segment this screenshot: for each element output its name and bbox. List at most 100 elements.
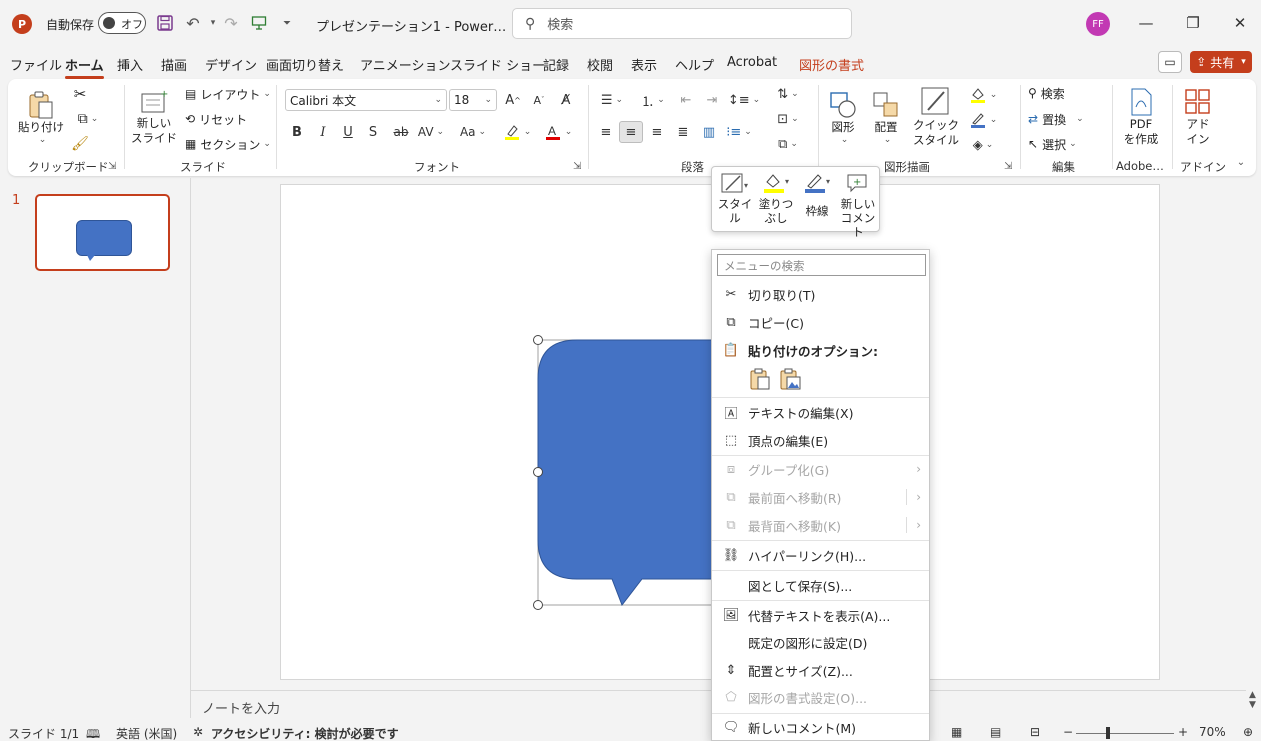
resize-handle[interactable] [533, 467, 543, 477]
zoom-slider[interactable] [1076, 733, 1174, 734]
paste-button[interactable]: 貼り付け ⌄ [16, 83, 66, 151]
italic-button[interactable]: I [314, 122, 332, 142]
shapes-button[interactable]: 図形 ⌄ [824, 83, 862, 151]
tab-view[interactable]: 表示 [631, 55, 657, 74]
tab-help[interactable]: ヘルプ [675, 55, 714, 74]
tab-shape-format[interactable]: 図形の書式 [799, 55, 864, 74]
shape-effects-button[interactable]: ◈ ⌄ [966, 134, 1000, 156]
redo-icon[interactable]: ↷ [222, 14, 240, 33]
tab-transitions[interactable]: 画面切り替え [266, 55, 344, 74]
normal-view-icon[interactable]: ▦ [951, 725, 962, 739]
change-case-button[interactable]: Aa ⌄ [457, 122, 489, 142]
menu-item-hyperlink[interactable]: ⛓ ハイパーリンク(H)... [712, 544, 929, 566]
clear-format-icon[interactable]: A̸ [556, 90, 576, 110]
columns-icon[interactable]: ▥ [698, 122, 720, 142]
tab-animations[interactable]: アニメーション [360, 55, 450, 74]
layout-button[interactable]: ▤ レイアウト ⌄ [185, 85, 271, 103]
highlight-color-button[interactable]: ⌄ [502, 122, 532, 142]
dialog-launcher-icon[interactable]: ⇲ [573, 161, 581, 172]
align-text-icon[interactable]: ⊡ ⌄ [772, 109, 804, 129]
sort-icon[interactable]: ⇅ ⌄ [772, 84, 804, 104]
paste-destination-theme-button[interactable] [748, 367, 772, 391]
mini-style-button[interactable]: ▾ スタイ ル [715, 172, 755, 225]
accessibility-icon[interactable]: ✲ [193, 725, 203, 739]
search-box[interactable]: ⚲ 検索 [512, 8, 852, 39]
line-spacing-icon[interactable]: ↕≡ ⌄ [728, 90, 760, 110]
format-painter-icon[interactable]: 🖌 [70, 135, 90, 153]
menu-item-format-shape[interactable]: ⬠ 図形の書式設定(O)... [712, 686, 929, 708]
cut-icon[interactable]: ✂ [70, 85, 90, 103]
customize-icon[interactable]: ⏷ [278, 14, 296, 32]
menu-search-input[interactable]: メニューの検索 [717, 254, 926, 276]
present-icon[interactable] [250, 14, 268, 32]
align-center-icon[interactable]: ≡ [619, 121, 643, 143]
tab-home[interactable]: ホーム [65, 55, 104, 79]
copy-icon[interactable]: ⧉ ⌄ [70, 109, 106, 129]
paste-as-picture-button[interactable] [778, 367, 802, 391]
zoom-slider-thumb[interactable] [1106, 727, 1110, 739]
tab-design[interactable]: デザイン [205, 55, 257, 74]
menu-item-alt-text[interactable]: 🖼 代替テキストを表示(A)... [712, 604, 929, 626]
mini-fill-button[interactable]: ▾ 塗りつ ぶし [756, 172, 796, 225]
mini-new-comment-button[interactable]: + 新しい コメント [838, 172, 878, 239]
new-slide-button[interactable]: + 新しい スライド [128, 83, 180, 151]
bullets-icon[interactable]: ☰ ⌄ [596, 90, 628, 110]
replace-button[interactable]: ⇄ 置換 ⌄ [1028, 110, 1100, 128]
text-direction-icon[interactable]: ⁝≡ ⌄ [724, 122, 754, 142]
zoom-level[interactable]: 70% [1199, 725, 1226, 739]
tab-review[interactable]: 校閲 [587, 55, 613, 74]
share-button[interactable]: ⇪ 共有 ▾ [1190, 51, 1252, 73]
close-icon[interactable]: ✕ [1228, 12, 1252, 34]
create-pdf-button[interactable]: PDF を作成 [1118, 83, 1164, 151]
minimize-icon[interactable]: — [1134, 12, 1158, 34]
tab-insert[interactable]: 挿入 [117, 55, 143, 74]
fit-slide-icon[interactable]: ⊕ [1243, 725, 1253, 739]
underline-button[interactable]: U [339, 122, 357, 142]
bold-button[interactable]: B [288, 122, 306, 142]
tab-acrobat[interactable]: Acrobat [727, 55, 777, 70]
resize-handle[interactable] [533, 600, 543, 610]
align-right-icon[interactable]: ≡ [646, 122, 668, 142]
accessibility-status[interactable]: アクセシビリティ: 検討が必要です [211, 725, 399, 741]
menu-item-size-position[interactable]: ⇕ 配置とサイズ(Z)... [712, 659, 929, 681]
collapse-ribbon-icon[interactable]: ⌄ [1234, 155, 1248, 169]
font-size-select[interactable]: 18 ⌄ [449, 89, 497, 111]
slideshow-view-icon[interactable]: ⊟ [1030, 725, 1040, 739]
menu-item-edit-points[interactable]: ⬚ 頂点の編集(E) [712, 429, 929, 451]
increase-indent-icon[interactable]: ⇥ [702, 90, 722, 110]
numbering-icon[interactable]: ⒈ ⌄ [636, 90, 670, 110]
shape-outline-button[interactable]: ⌄ [966, 109, 1000, 131]
font-family-select[interactable]: Calibri 本文 ⌄ [285, 89, 447, 111]
grow-font-icon[interactable]: A ^ [503, 90, 523, 110]
char-spacing-button[interactable]: AV ⌄ [416, 122, 446, 142]
menu-item-save-as-picture[interactable]: 図として保存(S)... [712, 574, 929, 596]
decrease-indent-icon[interactable]: ⇤ [676, 90, 696, 110]
reading-view-icon[interactable]: ▤ [990, 725, 1001, 739]
slide-thumbnail[interactable] [35, 194, 170, 271]
selected-callout-shape[interactable] [525, 330, 725, 620]
strikethrough-button[interactable]: ab [390, 122, 412, 142]
smartart-icon[interactable]: ⧉ ⌄ [772, 134, 804, 154]
save-icon[interactable] [156, 14, 174, 32]
spelling-icon[interactable]: 🕮 [86, 725, 100, 741]
mini-outline-button[interactable]: ▾ 枠線 [797, 172, 837, 218]
tab-file[interactable]: ファイル [10, 55, 62, 74]
dialog-launcher-icon[interactable]: ⇲ [1004, 161, 1012, 172]
menu-item-edit-text[interactable]: 🄰 テキストの編集(X) [712, 401, 929, 423]
autosave-toggle[interactable]: オフ [98, 12, 146, 34]
section-button[interactable]: ▦ セクション ⌄ [185, 135, 271, 153]
menu-item-send-to-back[interactable]: ⧉ 最背面へ移動(K) › [712, 514, 929, 536]
undo-icon[interactable]: ↶ [184, 14, 202, 33]
arrange-button[interactable]: 配置 ⌄ [866, 83, 906, 151]
scrollbar[interactable]: ▲ ▼ [1249, 690, 1259, 720]
menu-item-bring-to-front[interactable]: ⧉ 最前面へ移動(R) › [712, 486, 929, 508]
menu-item-set-default-shape[interactable]: 既定の図形に設定(D) [712, 631, 929, 653]
resize-handle[interactable] [533, 335, 543, 345]
language-indicator[interactable]: 英語 (米国) [116, 725, 177, 741]
addins-button[interactable]: アド イン [1178, 83, 1218, 151]
align-left-icon[interactable]: ≡ [595, 122, 617, 142]
zoom-out-icon[interactable]: − [1063, 725, 1073, 739]
tab-record[interactable]: 記録 [543, 55, 569, 74]
reset-button[interactable]: ⟲ リセット [185, 110, 247, 128]
tab-slideshow[interactable]: スライド ショー [450, 55, 545, 74]
